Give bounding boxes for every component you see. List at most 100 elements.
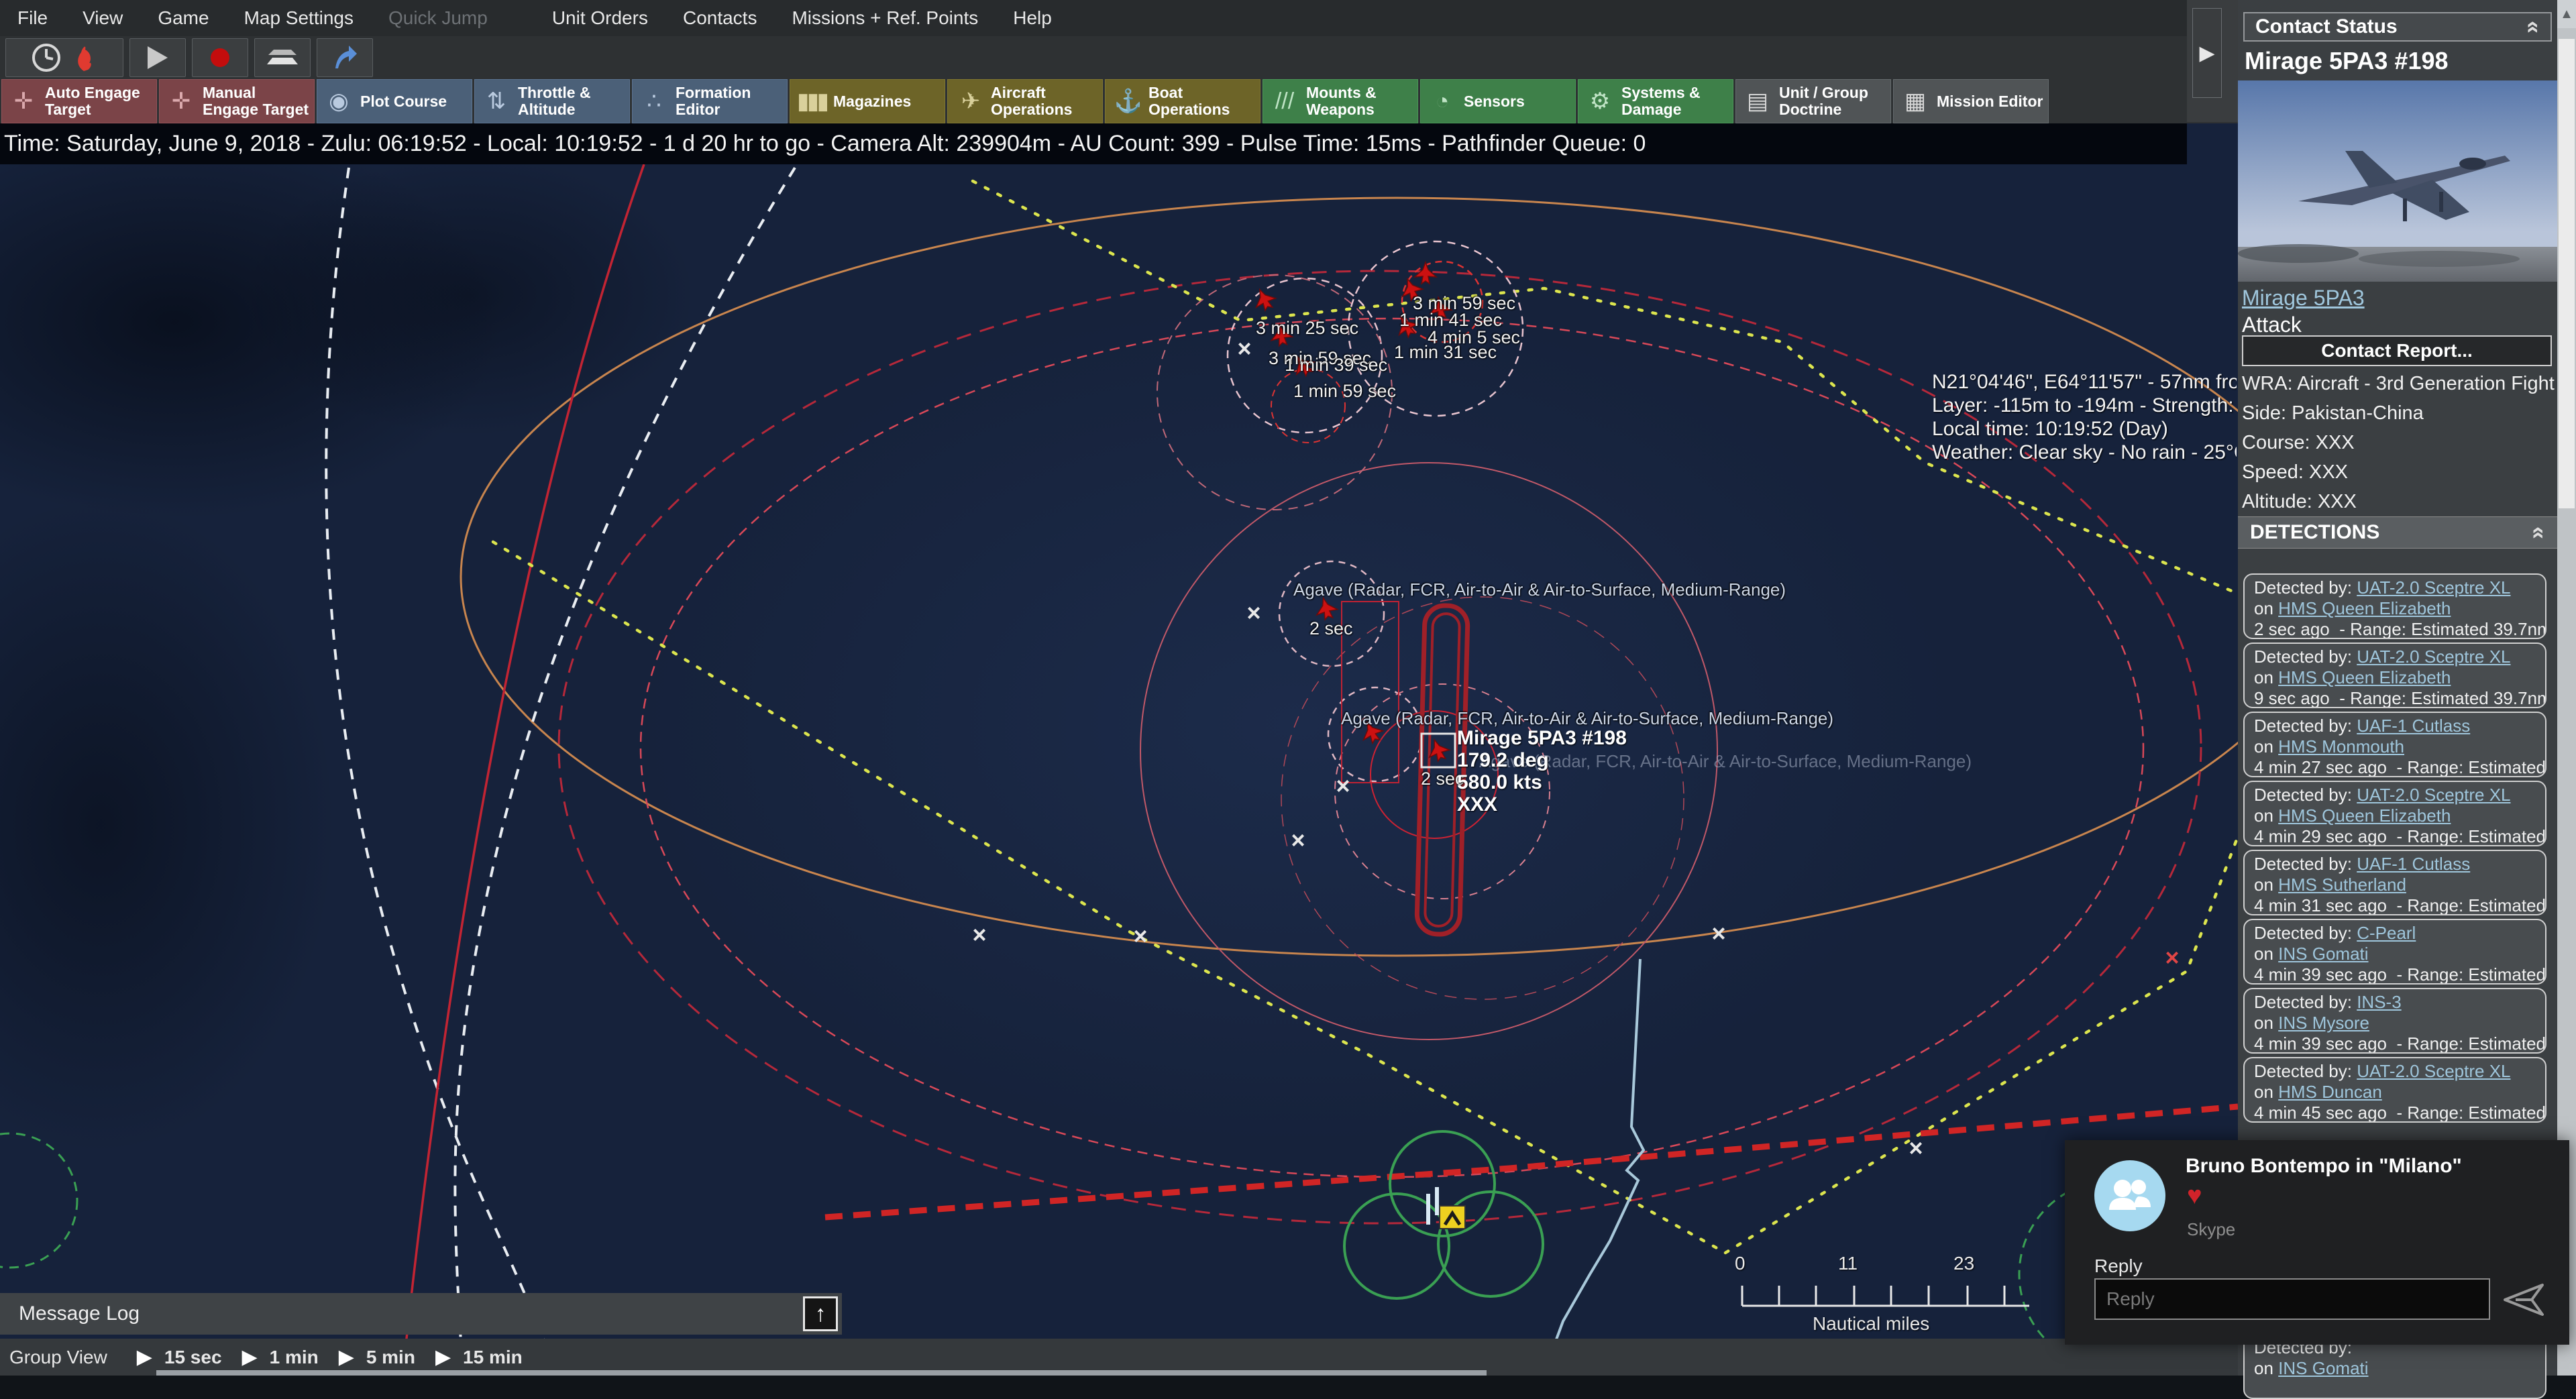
message-log-bar[interactable]: Message Log bbox=[0, 1293, 842, 1335]
speed-info: Speed: XXX bbox=[2242, 461, 2555, 484]
message-log-expand-button[interactable]: ↑ bbox=[803, 1296, 838, 1331]
button-label: Sensors bbox=[1464, 93, 1525, 110]
panel-expand-button[interactable]: ▶ bbox=[2192, 8, 2222, 98]
systems-damage-button[interactable]: ⚙ Systems & Damage bbox=[1578, 79, 1733, 123]
menu-unit-orders[interactable]: Unit Orders bbox=[535, 7, 665, 29]
sensor-link[interactable]: INS-3 bbox=[2357, 992, 2401, 1012]
datum-cross-red[interactable]: × bbox=[2165, 944, 2179, 971]
detection-range: - Range: Estimated 72. bbox=[2396, 1033, 2546, 1054]
speed-15sec-button[interactable]: 15 sec bbox=[164, 1347, 222, 1368]
ship-link[interactable]: HMS Monmouth bbox=[2278, 736, 2404, 757]
gear-icon: ⚙ bbox=[1578, 93, 1621, 110]
sidebar-scrollbar-thumb[interactable] bbox=[2559, 39, 2575, 508]
unknown-surface-contact-icon[interactable] bbox=[1440, 1206, 1465, 1229]
sensor-link[interactable]: UAT-2.0 Sceptre XL bbox=[2357, 1061, 2510, 1081]
jump-arrow-icon bbox=[331, 44, 358, 71]
scrollbar-up-arrow[interactable]: ▲ bbox=[2557, 0, 2576, 28]
send-icon[interactable] bbox=[2502, 1282, 2546, 1317]
datum-cross[interactable]: × bbox=[1291, 826, 1305, 854]
aircraft-operations-button[interactable]: ✈ Aircraft Operations bbox=[947, 79, 1103, 123]
button-label: Auto Engage Target bbox=[45, 85, 156, 118]
contact-status-header[interactable]: Contact Status « bbox=[2243, 12, 2552, 42]
datum-cross[interactable]: × bbox=[1711, 919, 1725, 947]
formation-editor-button[interactable]: ∴ Formation Editor bbox=[632, 79, 788, 123]
menu-view[interactable]: View bbox=[65, 7, 140, 29]
hostile-aircraft-icon[interactable] bbox=[1415, 262, 1436, 284]
speed-5min-button[interactable]: 5 min bbox=[366, 1347, 415, 1368]
ship-link[interactable]: INS Gomati bbox=[2278, 944, 2368, 964]
record-icon bbox=[208, 46, 232, 70]
play-icon[interactable]: ▶ bbox=[222, 1345, 270, 1369]
horizontal-scrollbar[interactable] bbox=[156, 1370, 1487, 1376]
boat-operations-button[interactable]: ⚓ Boat Operations bbox=[1105, 79, 1260, 123]
panel-title: Contact Status bbox=[2255, 15, 2398, 38]
collapse-icon[interactable]: « bbox=[2520, 21, 2546, 34]
ship-link[interactable]: INS Mysore bbox=[2278, 1013, 2369, 1033]
speed-1min-button[interactable]: 1 min bbox=[270, 1347, 319, 1368]
sensor-link[interactable]: C-Pearl bbox=[2357, 923, 2416, 943]
play-button[interactable] bbox=[129, 38, 186, 77]
collapse-icon[interactable]: « bbox=[2526, 526, 2552, 539]
datum-cross[interactable]: × bbox=[1909, 1134, 1923, 1162]
datum-cross[interactable]: × bbox=[1133, 922, 1147, 950]
contact-type-link[interactable]: Mirage 5PA3 bbox=[2242, 286, 2365, 311]
mission-editor-icon: ▦ bbox=[1894, 93, 1937, 110]
detected-by-label: Detected by: bbox=[2254, 854, 2357, 874]
doctrine-icon: ▤ bbox=[1736, 93, 1779, 110]
unit-group-doctrine-button[interactable]: ▤ Unit / Group Doctrine bbox=[1735, 79, 1891, 123]
detection-card: Detected by: UAT-2.0 Sceptre XL on HMS D… bbox=[2243, 1057, 2546, 1123]
wra-info: WRA: Aircraft - 3rd Generation Fighter/A… bbox=[2242, 373, 2555, 395]
menu-missions-ref-points[interactable]: Missions + Ref. Points bbox=[774, 7, 996, 29]
throttle-altitude-button[interactable]: ⇅ Throttle & Altitude bbox=[474, 79, 630, 123]
ship-link[interactable]: HMS Sutherland bbox=[2278, 875, 2406, 895]
menu-help[interactable]: Help bbox=[996, 7, 1069, 29]
scale-tick-label: 0 bbox=[1735, 1253, 1746, 1274]
sensor-link[interactable]: UAT-2.0 Sceptre XL bbox=[2357, 577, 2510, 598]
hostile-aircraft-icon[interactable] bbox=[1250, 285, 1279, 314]
menu-game[interactable]: Game bbox=[140, 7, 226, 29]
auto-engage-target-button[interactable]: ✛ Auto Engage Target bbox=[1, 79, 157, 123]
datum-cross[interactable]: × bbox=[1237, 335, 1251, 362]
menu-file[interactable]: File bbox=[0, 7, 65, 29]
on-label: on bbox=[2254, 875, 2278, 895]
manual-engage-target-button[interactable]: ✛ Manual Engage Target bbox=[159, 79, 315, 123]
speed-15min-button[interactable]: 15 min bbox=[463, 1347, 523, 1368]
sensor-link[interactable]: UAT-2.0 Sceptre XL bbox=[2357, 785, 2510, 805]
group-view-button[interactable]: Group View bbox=[0, 1347, 117, 1368]
reply-input[interactable] bbox=[2094, 1278, 2490, 1320]
detection-range: - Range: Estimated 69. bbox=[2396, 964, 2546, 985]
detected-by-label: Detected by: bbox=[2254, 647, 2357, 667]
menu-map-settings[interactable]: Map Settings bbox=[227, 7, 371, 29]
menu-contacts[interactable]: Contacts bbox=[665, 7, 775, 29]
hostile-boundary-line bbox=[825, 1107, 2238, 1217]
mounts-weapons-button[interactable]: /// Mounts & Weapons bbox=[1263, 79, 1418, 123]
map-viewport[interactable]: × × × × × × × × × 3 min 25 sec 3 min 59 … bbox=[0, 121, 2238, 1376]
datum-cross[interactable]: × bbox=[1336, 772, 1350, 799]
contact-report-button[interactable]: Contact Report... bbox=[2242, 335, 2552, 366]
boundary-dashed-1 bbox=[326, 168, 557, 1376]
time-compression-button[interactable] bbox=[5, 38, 123, 77]
sensor-link[interactable]: UAF-1 Cutlass bbox=[2357, 716, 2470, 736]
play-icon[interactable]: ▶ bbox=[319, 1345, 366, 1369]
play-icon[interactable]: ▶ bbox=[415, 1345, 463, 1369]
ship-link[interactable]: HMS Queen Elizabeth bbox=[2278, 598, 2451, 618]
cursor-position: N21°04'46", E64°11'57" - 57nm from bbox=[1932, 370, 2237, 394]
mission-editor-button[interactable]: ▦ Mission Editor bbox=[1893, 79, 2049, 123]
detections-header[interactable]: DETECTIONS « bbox=[2238, 516, 2557, 549]
scale-tick-label: 23 bbox=[1953, 1253, 1974, 1274]
plot-course-button[interactable]: ◉ Plot Course bbox=[317, 79, 472, 123]
jump-to-button[interactable] bbox=[317, 38, 373, 77]
datum-cross[interactable]: × bbox=[972, 921, 986, 948]
sensors-button[interactable]: ◔ Sensors bbox=[1420, 79, 1576, 123]
ship-link[interactable]: HMS Duncan bbox=[2278, 1082, 2382, 1102]
magazines-button[interactable]: ▮▮▮ Magazines bbox=[790, 79, 945, 123]
map-layers-button[interactable] bbox=[254, 38, 311, 77]
datum-cross[interactable]: × bbox=[1246, 599, 1260, 626]
sensor-link[interactable]: UAT-2.0 Sceptre XL bbox=[2357, 647, 2510, 667]
ship-link[interactable]: HMS Queen Elizabeth bbox=[2278, 805, 2451, 826]
ship-link[interactable]: HMS Queen Elizabeth bbox=[2278, 667, 2451, 687]
record-button[interactable] bbox=[192, 38, 248, 77]
sensor-link[interactable]: UAF-1 Cutlass bbox=[2357, 854, 2470, 874]
play-icon[interactable]: ▶ bbox=[117, 1345, 164, 1369]
datum-mark bbox=[1426, 1194, 1430, 1225]
